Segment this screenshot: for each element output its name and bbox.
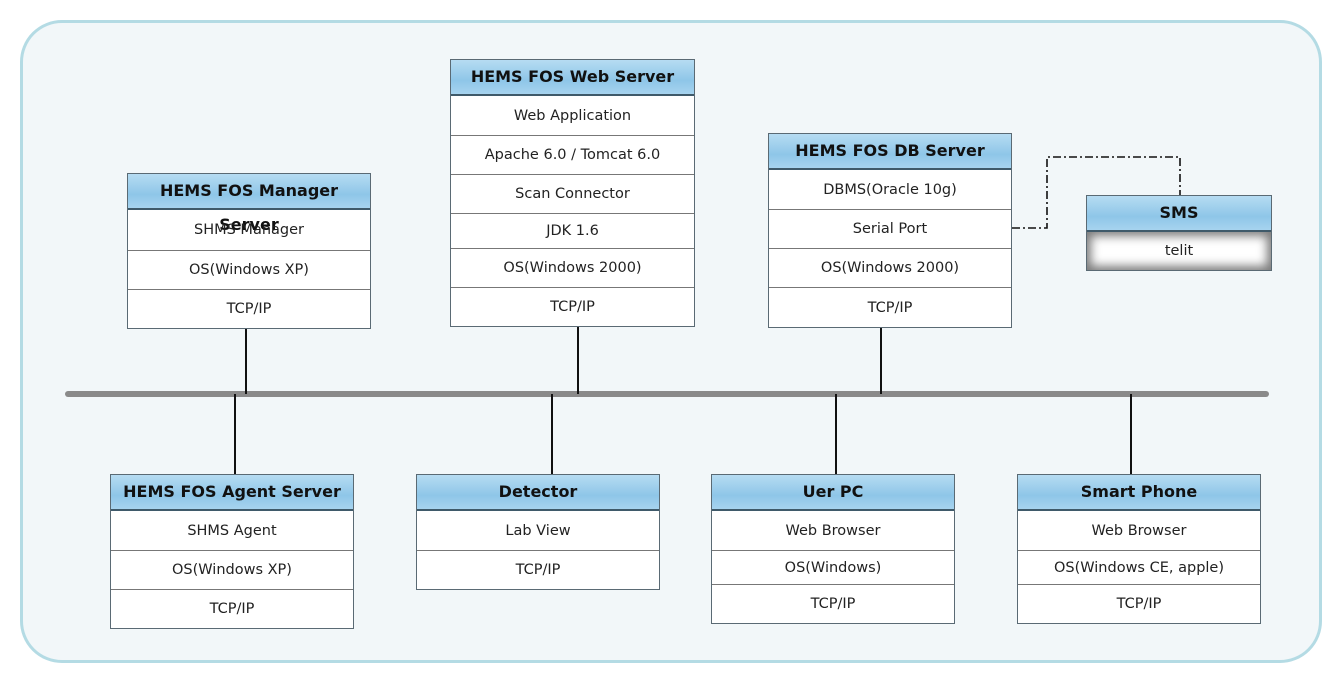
node-title: HEMS FOS DB Server	[769, 134, 1011, 170]
node-db: HEMS FOS DB Server DBMS(Oracle 10g) Serial…	[768, 133, 1012, 328]
node-title: SMS	[1087, 196, 1271, 232]
node-layer: OS(Windows XP)	[111, 550, 353, 589]
node-layer: telit	[1087, 232, 1271, 270]
node-userpc: Uer PC Web Browser OS(Windows) TCP/IP	[711, 474, 955, 624]
node-layer: TCP/IP	[1018, 584, 1260, 623]
node-detector: Detector Lab View TCP/IP	[416, 474, 660, 590]
node-layer: Lab View	[505, 522, 571, 539]
node-title: Smart Phone	[1018, 475, 1260, 511]
node-title: HEMS FOS Manager Server	[128, 174, 370, 234]
node-layer: Serial Port	[769, 209, 1011, 248]
node-phone: Smart Phone Web Browser OS(Windows CE, app…	[1017, 474, 1261, 624]
node-title: HEMS FOS Web Server	[451, 60, 694, 96]
node-layer: JDK 1.6	[451, 213, 694, 248]
node-layer: Apache 6.0 / Tomcat 6.0	[451, 135, 694, 174]
node-sms: SMS telit	[1086, 195, 1272, 271]
node-layer: Web Application	[513, 107, 632, 124]
node-layer: TCP/IP	[111, 589, 353, 628]
node-layer: OS(Windows)	[712, 550, 954, 584]
node-layer: Scan Connector	[451, 174, 694, 213]
node-layer: TCP/IP	[128, 289, 370, 328]
node-layer: TCP/IP	[417, 550, 659, 589]
node-layer: Web Browser	[785, 522, 881, 539]
node-title: HEMS FOS Agent Server	[111, 475, 353, 511]
node-title: Uer PC	[712, 475, 954, 511]
node-layer: Web Browser	[1091, 522, 1187, 539]
node-layer: OS(Windows CE, apple)	[1018, 550, 1260, 584]
node-web: HEMS FOS Web Server Web Application Apache…	[450, 59, 695, 327]
node-layer: TCP/IP	[451, 287, 694, 326]
node-title: Detector	[417, 475, 659, 511]
node-layer: OS(Windows 2000)	[451, 248, 694, 287]
node-manager: HEMS FOS Manager ServerSHMS ManagerOS(Wi…	[127, 173, 371, 329]
node-agent: HEMS FOS Agent Server SHMS Agent OS(Window…	[110, 474, 354, 629]
node-layer: SHMS Agent	[187, 522, 277, 539]
node-layer: OS(Windows 2000)	[769, 248, 1011, 287]
node-layer: DBMS(Oracle 10g)	[823, 181, 957, 198]
node-layer: TCP/IP	[712, 584, 954, 623]
node-layer: OS(Windows XP)	[128, 250, 370, 289]
node-layer: TCP/IP	[769, 287, 1011, 327]
